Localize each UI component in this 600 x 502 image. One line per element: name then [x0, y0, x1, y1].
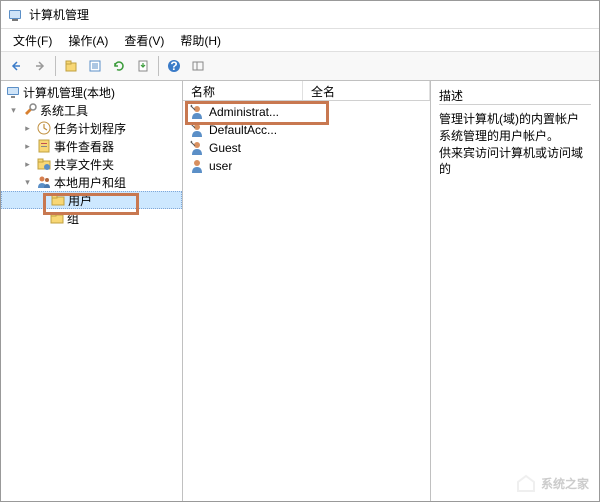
menu-help[interactable]: 帮助(H): [172, 30, 229, 51]
folder-icon: [50, 192, 66, 208]
user-icon: [189, 140, 205, 156]
toolbar-divider: [55, 56, 56, 76]
chevron-right-icon[interactable]: ▸: [21, 122, 34, 135]
list-panel: 名称 全名 Administrat... DefaultAcc... Guest…: [183, 81, 431, 501]
list-label: Administrat...: [209, 105, 279, 119]
up-button[interactable]: [60, 55, 82, 77]
list-label: Guest: [209, 141, 241, 155]
watermark-text: 系统之家: [541, 475, 589, 492]
desc-line: 系统管理的用户帐户。: [439, 128, 591, 145]
list-label: DefaultAcc...: [209, 123, 277, 137]
help-button[interactable]: ?: [163, 55, 185, 77]
list-label: user: [209, 159, 232, 173]
tree-label: 用户: [68, 192, 92, 209]
tree-panel[interactable]: 计算机管理(本地) ▾ 系统工具 ▸ 任务计划程序 ▸ 事件查看器 ▸ 共享文件…: [1, 81, 183, 501]
list-item-defaultaccount[interactable]: DefaultAcc...: [183, 121, 430, 139]
watermark: 系统之家: [515, 473, 589, 493]
forward-button[interactable]: [29, 55, 51, 77]
toolbar-divider: [158, 56, 159, 76]
app-icon: [7, 7, 23, 23]
tree-shared-folders[interactable]: ▸ 共享文件夹: [1, 155, 182, 173]
content-area: 计算机管理(本地) ▾ 系统工具 ▸ 任务计划程序 ▸ 事件查看器 ▸ 共享文件…: [1, 81, 599, 501]
shared-folders-icon: [36, 156, 52, 172]
col-name[interactable]: 名称: [183, 81, 303, 100]
refresh-button[interactable]: [108, 55, 130, 77]
folder-icon: [49, 210, 65, 226]
list-header: 名称 全名: [183, 81, 430, 101]
chevron-right-icon[interactable]: ▸: [21, 158, 34, 171]
tree-groups[interactable]: 组: [1, 209, 182, 227]
tree-root[interactable]: 计算机管理(本地): [1, 83, 182, 101]
chevron-right-icon[interactable]: ▸: [21, 140, 34, 153]
desc-header[interactable]: 描述: [439, 85, 591, 105]
chevron-down-icon[interactable]: ▾: [21, 176, 34, 189]
computer-icon: [5, 84, 21, 100]
tree-local-users-groups[interactable]: ▾ 本地用户和组: [1, 173, 182, 191]
tree-label: 计算机管理(本地): [23, 84, 115, 101]
export-button[interactable]: [132, 55, 154, 77]
tree-label: 本地用户和组: [54, 174, 126, 191]
titlebar: 计算机管理: [1, 1, 599, 29]
tree-users[interactable]: 用户: [1, 191, 182, 209]
description-panel: 描述 管理计算机(域)的内置帐户 系统管理的用户帐户。 供来宾访问计算机或访问域…: [431, 81, 599, 501]
menu-file[interactable]: 文件(F): [5, 30, 60, 51]
desc-body: 管理计算机(域)的内置帐户 系统管理的用户帐户。 供来宾访问计算机或访问域的: [439, 105, 591, 184]
list-item-user[interactable]: user: [183, 157, 430, 175]
svg-text:?: ?: [170, 59, 177, 73]
back-button[interactable]: [5, 55, 27, 77]
user-icon: [189, 104, 205, 120]
panel-toggle-button[interactable]: [187, 55, 209, 77]
desc-line: 供来宾访问计算机或访问域的: [439, 145, 591, 179]
event-viewer-icon: [36, 138, 52, 154]
tree-label: 共享文件夹: [54, 156, 114, 173]
user-icon: [189, 122, 205, 138]
toolbar: ?: [1, 51, 599, 81]
desc-line: 管理计算机(域)的内置帐户: [439, 111, 591, 128]
clock-icon: [36, 120, 52, 136]
col-fullname[interactable]: 全名: [303, 81, 430, 100]
list-item-guest[interactable]: Guest: [183, 139, 430, 157]
tree-system-tools[interactable]: ▾ 系统工具: [1, 101, 182, 119]
tools-icon: [22, 102, 38, 118]
list-body: Administrat... DefaultAcc... Guest user: [183, 101, 430, 177]
titlebar-title: 计算机管理: [29, 6, 89, 23]
menu-view[interactable]: 查看(V): [116, 30, 172, 51]
tree-label: 任务计划程序: [54, 120, 126, 137]
chevron-down-icon[interactable]: ▾: [7, 104, 20, 117]
tree-event-viewer[interactable]: ▸ 事件查看器: [1, 137, 182, 155]
properties-button[interactable]: [84, 55, 106, 77]
tree-label: 组: [67, 210, 79, 227]
tree-task-scheduler[interactable]: ▸ 任务计划程序: [1, 119, 182, 137]
user-icon: [189, 158, 205, 174]
menubar: 文件(F) 操作(A) 查看(V) 帮助(H): [1, 29, 599, 51]
tree-label: 系统工具: [40, 102, 88, 119]
list-item-administrator[interactable]: Administrat...: [183, 103, 430, 121]
tree-label: 事件查看器: [54, 138, 114, 155]
users-groups-icon: [36, 174, 52, 190]
menu-action[interactable]: 操作(A): [60, 30, 116, 51]
